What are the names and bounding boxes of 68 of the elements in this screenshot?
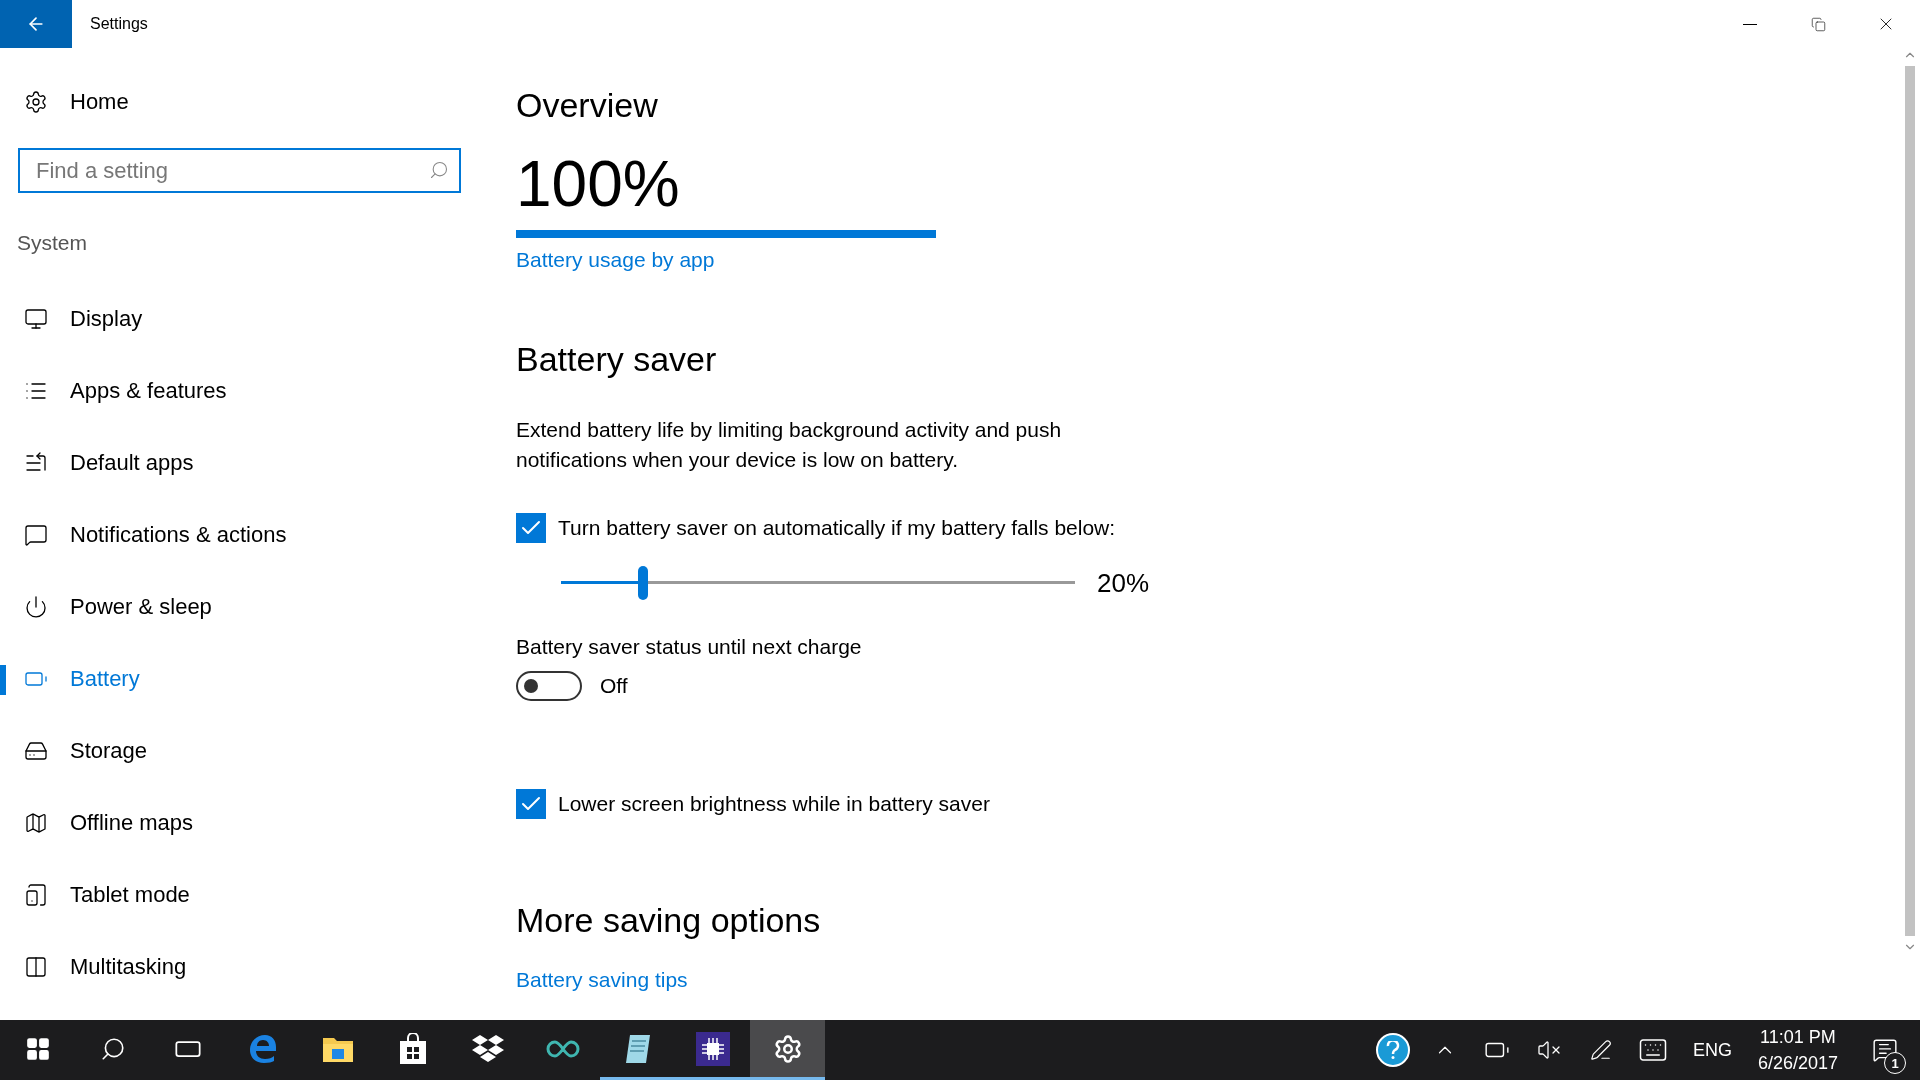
checkbox[interactable] [516, 513, 546, 544]
nav-item[interactable]: Notifications & actions [0, 499, 470, 571]
section-heading: Battery saver [516, 340, 717, 380]
notification-count: 1 [1884, 1052, 1906, 1074]
mute-icon [1536, 1038, 1561, 1062]
nav-item[interactable]: Battery [0, 643, 470, 715]
checkbox[interactable] [516, 789, 546, 820]
section-heading: Overview [516, 86, 658, 125]
toggle-switch[interactable] [516, 671, 582, 702]
nav-label: Offline maps [70, 810, 194, 836]
home-label: Home [70, 89, 129, 115]
nav-label: Tablet mode [70, 882, 190, 908]
nav-item[interactable]: Display [0, 283, 470, 355]
nav-item[interactable]: Default apps [0, 427, 470, 499]
nav-label: Multitasking [70, 954, 187, 980]
clock-time[interactable]: 11:01 PM [1760, 1024, 1836, 1050]
home-nav-item[interactable]: Home [0, 72, 470, 132]
gear-icon [24, 90, 48, 114]
description-text: Extend battery life by limiting background activity and push notifications when your device is low on battery. [516, 417, 1063, 474]
infinity-icon [544, 1038, 581, 1059]
nav-item[interactable]: Apps & features [0, 355, 470, 427]
nav-label: Notifications & actions [70, 522, 287, 548]
window-title: Settings [90, 15, 149, 33]
section-heading: System [17, 231, 88, 255]
nav-label: Power & sleep [70, 594, 212, 620]
window-icon [24, 955, 48, 979]
help-icon [1375, 1033, 1410, 1067]
section-heading: More saving options [516, 901, 821, 941]
slider-track[interactable] [561, 565, 1075, 602]
nav-item[interactable]: Offline maps [0, 787, 470, 859]
minimize-icon [1743, 23, 1757, 25]
battery-percentage: 100% [516, 151, 680, 219]
search-field[interactable]: Find a setting [18, 148, 461, 193]
drive-icon [24, 739, 48, 763]
saving-tips-link[interactable]: Battery saving tips [516, 968, 688, 993]
slider-thumb[interactable] [638, 566, 649, 601]
nav-label: Battery [70, 666, 140, 692]
monitor-icon [24, 307, 48, 331]
clock-date[interactable]: 6/26/2017 [1757, 1050, 1838, 1076]
selection-indicator [0, 665, 6, 695]
battery-usage-link[interactable]: Battery usage by app [516, 248, 715, 273]
checkbox-label: Lower screen brightness while in battery saver [558, 792, 990, 817]
nav-label: Default apps [70, 450, 194, 476]
gear-icon [772, 1033, 803, 1064]
slider-value: 20% [1097, 567, 1150, 599]
nav-label: Display [70, 306, 143, 332]
action-center-button[interactable]: 1 [1850, 1020, 1920, 1080]
pen-icon [1589, 1039, 1612, 1061]
search-icon [429, 160, 449, 180]
language-indicator[interactable]: ENG [1678, 1039, 1746, 1061]
nav-label: Storage [70, 738, 148, 764]
map-icon [24, 811, 48, 835]
chip-icon [695, 1031, 730, 1066]
restore-icon [1810, 16, 1826, 32]
scrollbar-thumb[interactable] [1905, 66, 1915, 936]
nav-item[interactable]: Multitasking [0, 931, 470, 1003]
nav-item[interactable]: Storage [0, 715, 470, 787]
nav-item[interactable]: Power & sleep [0, 571, 470, 643]
toggle-state: Off [600, 674, 628, 699]
taskbar-app[interactable] [750, 1020, 825, 1080]
power-icon [24, 595, 48, 619]
shopping-bag-icon [397, 1032, 428, 1065]
tablet-icon [24, 883, 48, 907]
nav-item[interactable]: Tablet mode [0, 859, 470, 931]
nav-label: Apps & features [70, 378, 227, 404]
speech-bubble-icon [24, 523, 48, 547]
checkbox-label: Turn battery saver on automatically if my battery falls below: [558, 516, 1116, 541]
toggle-heading: Battery saver status until next charge [516, 635, 862, 660]
